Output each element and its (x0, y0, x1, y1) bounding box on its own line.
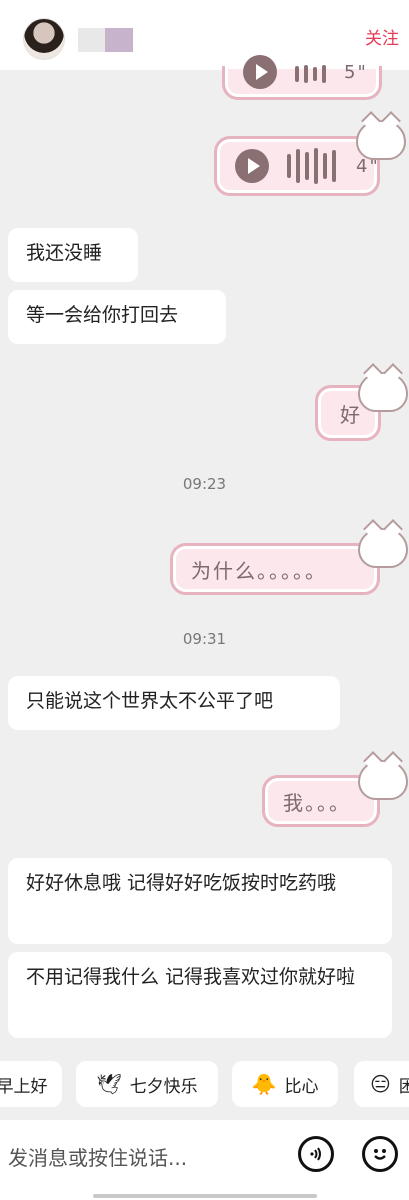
quick-reply-label: 七夕快乐 (129, 1076, 198, 1097)
quick-reply-sleepy[interactable]: 😑 困 (354, 1061, 409, 1107)
kitty-sticker-icon (358, 372, 408, 412)
voice-duration: 5" (344, 62, 368, 83)
quick-reply-label: 早上好 (0, 1076, 48, 1097)
kitty-sticker-icon (358, 528, 408, 568)
voice-message-top[interactable]: 5" (222, 54, 382, 100)
timestamp: 09:31 (182, 630, 227, 648)
message-bubble[interactable]: 不用记得我什么 记得我喜欢过你就好啦 (8, 952, 392, 1038)
kitty-sticker-icon (356, 120, 406, 160)
blurred-name (78, 28, 106, 52)
voice-message[interactable]: 4" (214, 136, 380, 196)
quick-reply-label: 困 (398, 1076, 409, 1097)
timestamp: 09:23 (182, 475, 227, 493)
play-icon (235, 149, 269, 183)
blurred-name-tail (105, 28, 133, 52)
duck-icon: 🐥 (251, 1072, 277, 1096)
sleepy-face-icon: 😑 (370, 1072, 391, 1096)
sticker-message[interactable]: 为什么。。。。。 (170, 543, 380, 595)
quick-reply-label: 比心 (284, 1076, 319, 1097)
message-bubble[interactable]: 等一会给你打回去 (8, 290, 226, 344)
quick-reply-morning[interactable]: 早上好 (0, 1061, 62, 1107)
quick-reply-qixi[interactable]: 🕊 七夕快乐 (76, 1061, 218, 1107)
quick-reply-bar: 早上好 🕊 七夕快乐 🐥 比心 😑 困 (0, 1061, 409, 1107)
voice-icon[interactable] (298, 1136, 334, 1172)
waveform-icon (295, 64, 326, 83)
composer-bar: 发消息或按住说话... (0, 1120, 409, 1200)
chat-header: 关注 (0, 0, 409, 70)
quick-reply-heart[interactable]: 🐥 比心 (232, 1061, 338, 1107)
avatar[interactable] (23, 18, 65, 60)
follow-button[interactable]: 关注 (365, 24, 399, 49)
message-input[interactable]: 发消息或按住说话... (8, 1142, 187, 1171)
bird-icon: 🕊 (96, 1072, 122, 1096)
smile-icon[interactable] (362, 1136, 398, 1172)
play-icon (243, 54, 277, 89)
message-bubble[interactable]: 我还没睡 (8, 228, 138, 282)
message-bubble[interactable]: 好好休息哦 记得好好吃饭按时吃药哦 (8, 858, 392, 944)
waveform-icon (287, 148, 336, 184)
kitty-sticker-icon (358, 760, 408, 800)
home-indicator (93, 1194, 317, 1198)
message-bubble[interactable]: 只能说这个世界太不公平了吧 (8, 676, 340, 730)
